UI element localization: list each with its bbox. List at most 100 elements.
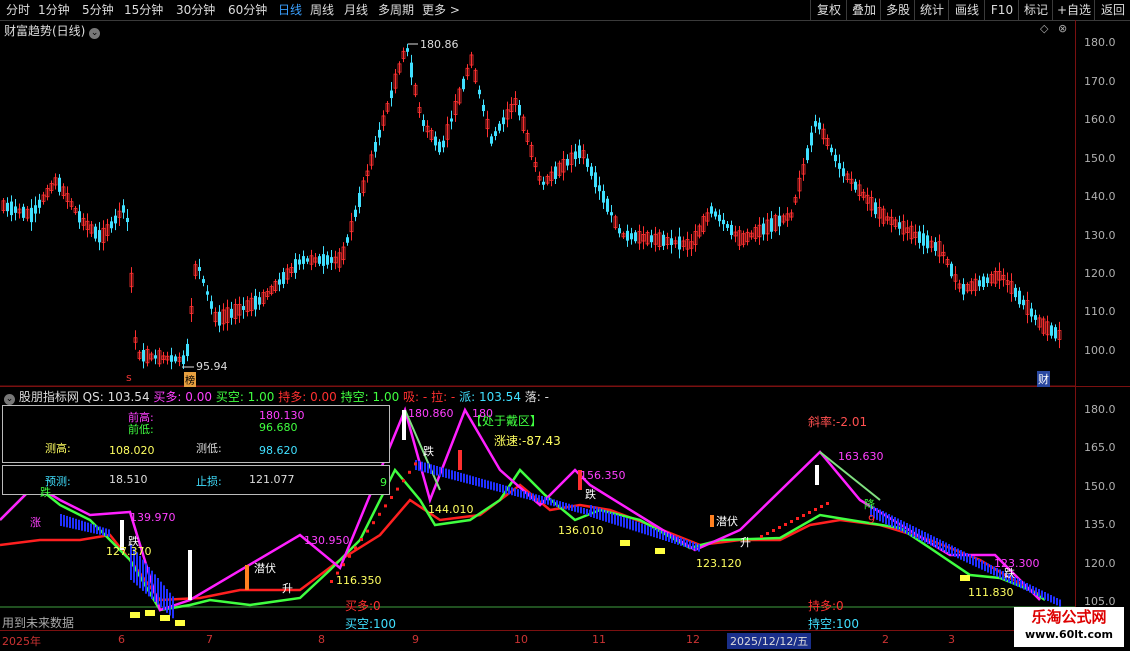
- blue-column: [933, 536, 935, 547]
- indicator-buy-empty: 买空: 1.00: [215, 390, 275, 404]
- high-price-label: 180.86: [420, 38, 459, 51]
- blue-column: [442, 467, 444, 478]
- blue-column: [924, 532, 926, 543]
- axis-tick: 120.0: [1084, 267, 1116, 280]
- blue-column: [454, 471, 456, 481]
- stop-loss-value: 121.077: [249, 473, 295, 486]
- finance-badge[interactable]: 财: [1037, 371, 1050, 387]
- low-badge[interactable]: 榜: [184, 372, 196, 387]
- test-high-label: 测高:: [45, 442, 71, 455]
- red-dot: [348, 554, 351, 558]
- blue-column: [60, 514, 62, 526]
- blue-column: [69, 516, 71, 529]
- candle-body: [626, 230, 629, 241]
- blue-column: [948, 544, 950, 555]
- blue-column: [463, 473, 465, 483]
- blue-column: [535, 494, 537, 502]
- blue-column: [105, 528, 107, 537]
- blue-column: [96, 525, 98, 535]
- candle-body: [818, 122, 821, 130]
- candle-body: [762, 223, 765, 235]
- blue-column: [954, 547, 956, 557]
- red-dot: [414, 462, 417, 466]
- red-dot: [402, 479, 405, 483]
- red-dot: [378, 512, 381, 516]
- prev-low-label: 前低:: [128, 423, 154, 436]
- indicator-name[interactable]: 股朋指标网: [19, 390, 79, 404]
- red-dot: [366, 529, 369, 533]
- red-dot: [778, 526, 781, 529]
- red-dot: [766, 532, 769, 535]
- signal-bar: [710, 515, 714, 527]
- blue-column: [523, 490, 525, 499]
- blue-column: [559, 501, 561, 508]
- candle-body: [462, 78, 465, 90]
- blue-column: [960, 550, 962, 560]
- candle-body: [330, 257, 333, 263]
- prev-low-value: 96.680: [259, 421, 298, 434]
- candle-body: [842, 168, 845, 177]
- blue-column: [957, 548, 959, 559]
- blue-column: [499, 484, 501, 493]
- marker-text: 升: [282, 582, 293, 595]
- blue-column: [683, 538, 685, 547]
- blue-column: [102, 527, 104, 536]
- marker-text: 降: [864, 498, 875, 511]
- blue-column: [475, 477, 477, 486]
- blue-column: [1044, 592, 1046, 600]
- speed-label: 涨速:-87.43: [494, 434, 561, 448]
- candle-body: [982, 276, 985, 287]
- blue-column: [602, 509, 604, 521]
- yellow-block: [130, 612, 140, 618]
- red-dot: [814, 508, 817, 511]
- blue-column: [632, 520, 634, 531]
- candle-body: [650, 235, 653, 243]
- axis-tick: 130.0: [1084, 229, 1116, 242]
- candle-body: [986, 277, 989, 284]
- red-dot: [342, 563, 345, 567]
- marker-text: 跌: [1004, 567, 1015, 580]
- candle-body: [1050, 325, 1053, 336]
- axis-tick: 120.0: [1084, 557, 1116, 570]
- blue-column: [990, 565, 992, 574]
- blue-column: [906, 523, 908, 535]
- candle-body: [354, 209, 357, 217]
- marker-text: 9: [380, 476, 387, 489]
- candle-body: [30, 207, 33, 223]
- candle-body: [6, 202, 9, 212]
- blue-column: [562, 502, 564, 509]
- candle-body: [670, 238, 673, 246]
- blue-column: [478, 478, 480, 487]
- blue-column: [903, 521, 905, 533]
- blue-column: [876, 508, 878, 520]
- blue-column: [526, 491, 528, 500]
- indicator-buy-more: 买多: 0.00: [153, 390, 212, 404]
- blue-column: [680, 537, 682, 546]
- low-label-144010: 144.010: [428, 503, 474, 516]
- low-label-111830: 111.830: [968, 586, 1014, 599]
- blue-column: [75, 518, 77, 530]
- candle-body: [282, 272, 285, 284]
- blue-column: [665, 532, 667, 541]
- red-dot: [826, 502, 829, 505]
- blue-column: [650, 526, 652, 537]
- blue-column: [511, 487, 513, 496]
- blue-column: [142, 559, 144, 591]
- blue-column: [882, 511, 884, 523]
- blue-column: [163, 585, 165, 611]
- candle-body: [978, 280, 981, 287]
- blue-column: [78, 519, 80, 531]
- candle-body: [126, 217, 129, 223]
- blue-column: [1017, 578, 1019, 587]
- chart-canvas: [0, 43, 1076, 626]
- blue-column: [457, 472, 459, 482]
- chevron-down-icon[interactable]: ⌄: [4, 394, 15, 405]
- date-label: 6: [118, 633, 125, 646]
- candle-body: [346, 237, 349, 243]
- blue-column: [496, 483, 498, 492]
- candle-body: [122, 205, 125, 213]
- candle-body: [1022, 299, 1025, 306]
- signal-bar: [402, 410, 406, 440]
- blue-column: [108, 529, 110, 537]
- blue-column: [1053, 596, 1055, 604]
